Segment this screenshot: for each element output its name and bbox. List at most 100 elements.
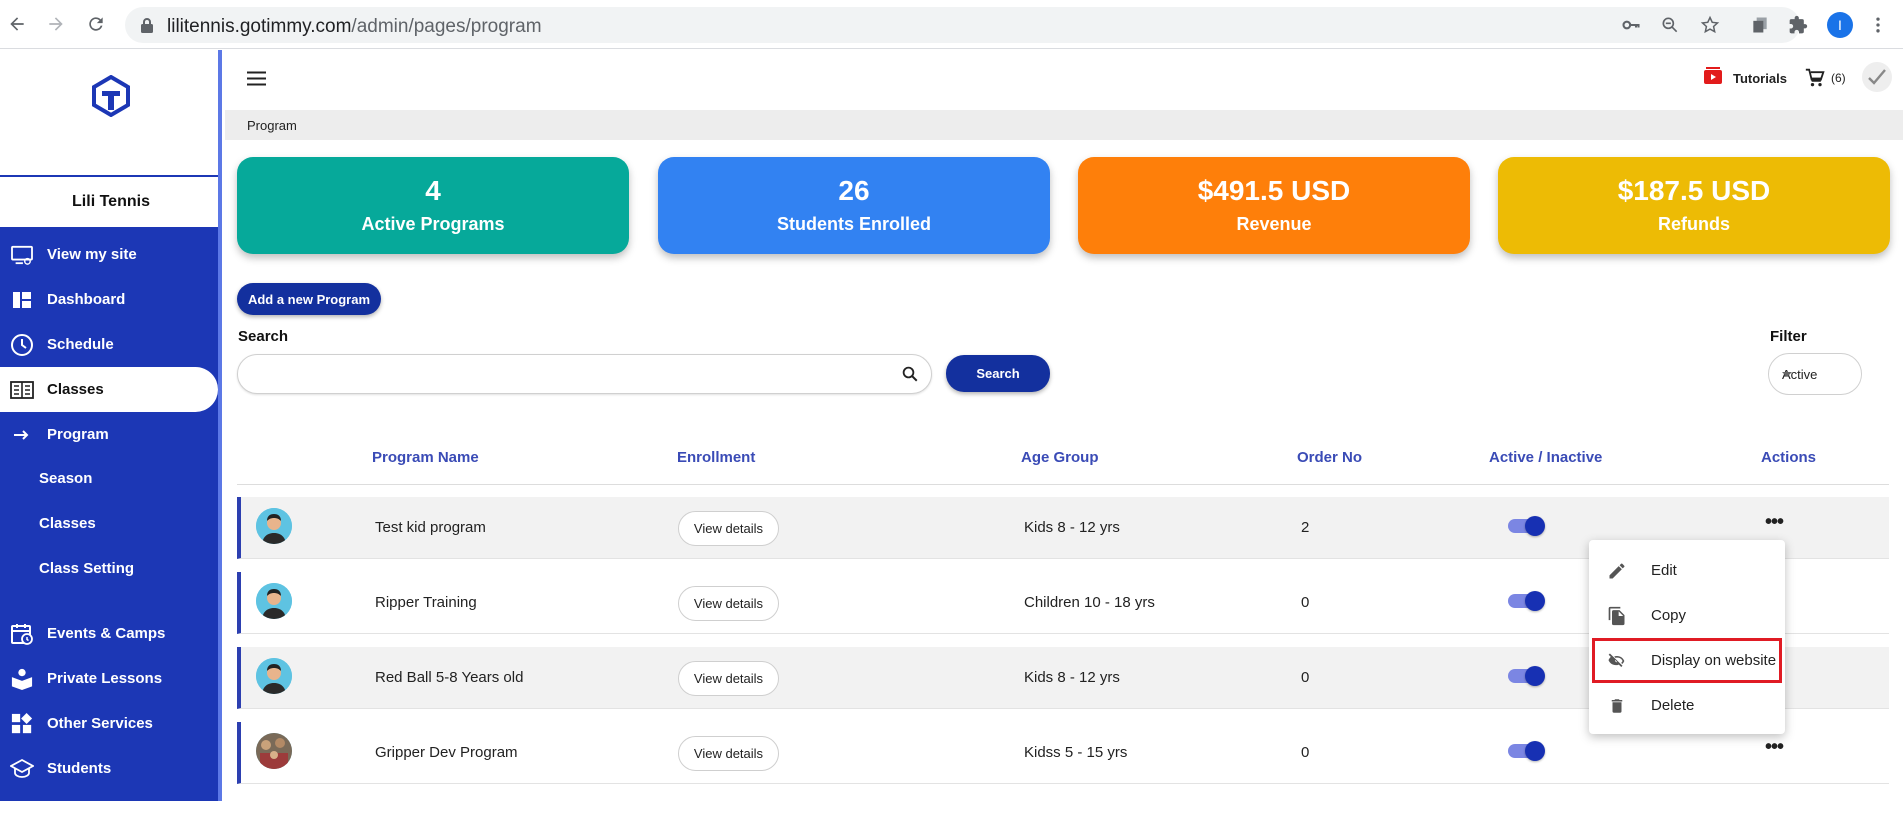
reload-icon[interactable] (84, 12, 108, 36)
sidebar-item-label: Events & Camps (47, 625, 166, 642)
filter-label: Filter (1770, 328, 1807, 345)
stat-value: 26 (838, 175, 870, 206)
sidebar-item-label: Other Services (47, 715, 153, 732)
pencil-icon (1605, 559, 1629, 583)
back-icon[interactable] (5, 12, 29, 36)
menu-item-label: Display on website (1651, 652, 1777, 669)
forward-icon[interactable] (44, 12, 68, 36)
avatar (256, 508, 292, 544)
sidebar-item-label: Schedule (47, 336, 114, 353)
sidebar-item-students[interactable]: Students (0, 746, 218, 791)
program-name: Gripper Dev Program (375, 744, 518, 761)
menu-item-delete[interactable]: Delete (1589, 683, 1785, 728)
view-details-button[interactable]: View details (678, 511, 779, 546)
column-header-order-no[interactable]: Order No (1297, 449, 1362, 466)
sidebar-item-label: View my site (47, 246, 137, 263)
sidebar-item-events-camps[interactable]: Events & Camps (0, 611, 218, 656)
program-name: Test kid program (375, 519, 486, 536)
toggle-knob (1525, 666, 1545, 686)
sidebar-item-schedule[interactable]: Schedule (0, 322, 218, 367)
view-details-button[interactable]: View details (678, 586, 779, 621)
stat-card-refunds: $187.5 USD Refunds (1498, 157, 1890, 254)
program-name: Red Ball 5-8 Years old (375, 669, 524, 686)
search-icon[interactable] (901, 365, 919, 388)
order-no: 0 (1301, 594, 1310, 611)
logo-icon[interactable] (91, 74, 131, 122)
check-icon[interactable] (1862, 62, 1892, 92)
zoom-icon[interactable] (1658, 13, 1682, 37)
menu-item-edit[interactable]: Edit (1589, 548, 1785, 593)
url-text: lilitennis.gotimmy.com/admin/pages/progr… (167, 16, 542, 38)
star-icon[interactable] (1698, 13, 1722, 37)
stat-card-students-enrolled: 26 Students Enrolled (658, 157, 1050, 254)
filter-select[interactable]: Active (1768, 353, 1862, 395)
monitor-icon (10, 243, 34, 267)
column-header-active-inactive[interactable]: Active / Inactive (1489, 449, 1602, 466)
sidebar-item-dashboard[interactable]: Dashboard (0, 277, 218, 322)
key-icon[interactable] (1619, 13, 1643, 37)
view-details-button[interactable]: View details (678, 661, 779, 696)
url-path: /admin/pages/program (351, 16, 542, 37)
add-program-button[interactable]: Add a new Program (237, 283, 381, 315)
sidebar-item-other-services[interactable]: Other Services (0, 701, 218, 746)
sidebar-sub-class-setting[interactable]: Class Setting (39, 560, 134, 577)
toggle-knob (1525, 591, 1545, 611)
active-toggle[interactable] (1508, 591, 1545, 611)
menu-item-label: Copy (1651, 607, 1687, 624)
age-group: Kidss 5 - 15 yrs (1024, 744, 1128, 761)
toggle-knob (1525, 741, 1545, 761)
active-toggle[interactable] (1508, 666, 1545, 686)
program-name: Ripper Training (375, 594, 477, 611)
profile-avatar[interactable]: I (1827, 12, 1853, 38)
search-button[interactable]: Search (946, 355, 1050, 392)
sidebar-item-communication[interactable]: Communication (0, 791, 218, 836)
eye-off-icon (1605, 649, 1629, 673)
search-input[interactable] (237, 354, 932, 394)
more-vert-icon[interactable] (1866, 13, 1890, 37)
address-bar[interactable]: lilitennis.gotimmy.com/admin/pages/progr… (125, 7, 1800, 43)
breadcrumb: Program (247, 118, 297, 133)
chevron-down-icon (1782, 372, 1792, 377)
column-header-actions: Actions (1761, 449, 1817, 466)
view-details-button[interactable]: View details (678, 736, 779, 771)
cart-icon[interactable] (1805, 68, 1825, 93)
browser-toolbar: lilitennis.gotimmy.com/admin/pages/progr… (0, 0, 1903, 49)
sidebar-sub-season[interactable]: Season (39, 470, 92, 487)
stat-label: Students Enrolled (776, 214, 931, 234)
age-group: Children 10 - 18 yrs (1024, 594, 1155, 611)
sidebar-item-classes[interactable]: Classes (0, 367, 218, 412)
menu-item-display-on-website[interactable]: Display on website (1592, 638, 1782, 683)
column-header-enrollment[interactable]: Enrollment (677, 449, 755, 466)
sidebar-item-private-lessons[interactable]: Private Lessons (0, 656, 218, 701)
sidebar-item-program[interactable]: Program (0, 412, 218, 457)
column-header-age-group[interactable]: Age Group (1021, 449, 1099, 466)
url-domain: lilitennis.gotimmy.com (167, 16, 352, 37)
sidebar-item-view-my-site[interactable]: View my site (0, 232, 218, 277)
puzzle-icon[interactable] (1786, 13, 1810, 37)
sidebar-sub-classes[interactable]: Classes (39, 515, 96, 532)
more-actions-icon[interactable]: ••• (1765, 737, 1784, 757)
calendar-icon (10, 622, 34, 646)
more-actions-icon[interactable]: ••• (1765, 512, 1784, 532)
youtube-icon[interactable] (1703, 66, 1723, 91)
hamburger-menu-icon[interactable] (247, 71, 266, 91)
stat-value: $187.5 USD (1617, 175, 1771, 206)
chat-icon (10, 802, 34, 826)
active-toggle[interactable] (1508, 741, 1545, 761)
lock-icon (140, 17, 154, 38)
order-no: 0 (1301, 669, 1310, 686)
dashboard-icon (10, 288, 34, 312)
stat-card-revenue: $491.5 USD Revenue (1078, 157, 1470, 254)
column-header-program-name[interactable]: Program Name (372, 449, 479, 466)
tutorials-link[interactable]: Tutorials (1733, 71, 1787, 86)
logo-area (0, 50, 222, 177)
sidebar-item-label: Students (47, 760, 112, 777)
breadcrumb-bar: Program (225, 110, 1903, 140)
graduation-cap-icon (10, 757, 34, 781)
menu-item-copy[interactable]: Copy (1589, 593, 1785, 638)
stat-value: $491.5 USD (1197, 175, 1351, 206)
extension-copy-icon[interactable] (1748, 13, 1772, 37)
order-no: 0 (1301, 744, 1310, 761)
active-toggle[interactable] (1508, 516, 1545, 536)
cart-count: (6) (1831, 71, 1846, 85)
